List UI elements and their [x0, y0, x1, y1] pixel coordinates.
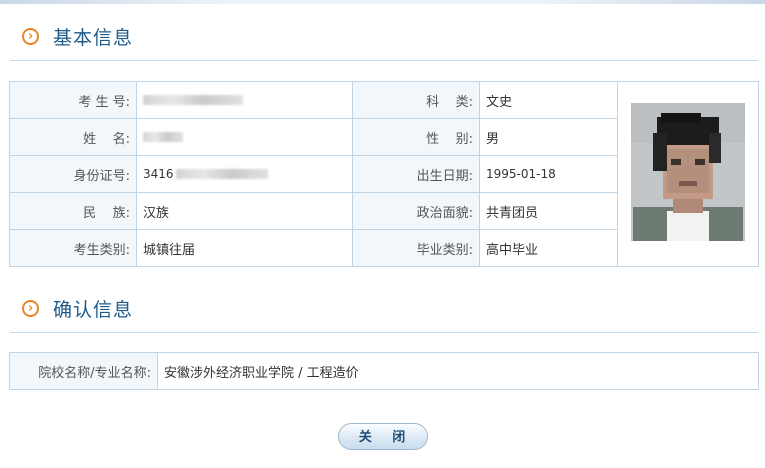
redacted-text: [143, 95, 243, 105]
candidate-type-label: 考生类别:: [9, 229, 137, 267]
redacted-text: [143, 132, 183, 142]
school-major-value: 安徽涉外经济职业学院 / 工程造价: [157, 352, 759, 390]
id-number-value: 3416: [136, 155, 353, 193]
graduation-type-value: 高中毕业: [479, 229, 618, 267]
id-number-label: 身份证号:: [9, 155, 137, 193]
school-major-label: 院校名称/专业名称:: [9, 352, 158, 390]
confirm-info-title: 确认信息: [53, 299, 134, 321]
confirm-info-table: 院校名称/专业名称: 安徽涉外经济职业学院 / 工程造价: [9, 352, 759, 390]
subject-category-value: 文史: [479, 81, 618, 119]
political-status-label: 政治面貌:: [352, 192, 480, 230]
chevron-circle-icon: ›: [22, 300, 39, 317]
gender-value: 男: [479, 118, 618, 156]
redacted-text: [175, 169, 268, 179]
basic-info-title: 基本信息: [53, 27, 134, 49]
candidate-photo: [631, 103, 745, 241]
name-label: 姓 名:: [9, 118, 137, 156]
graduation-type-label: 毕业类别:: [352, 229, 480, 267]
political-status-value: 共青团员: [479, 192, 618, 230]
chevron-circle-icon: ›: [22, 28, 39, 45]
ethnicity-value: 汉族: [136, 192, 353, 230]
confirm-info-header: › 确认信息: [10, 288, 758, 333]
birth-date-label: 出生日期:: [352, 155, 480, 193]
close-button[interactable]: 关 闭: [338, 423, 428, 450]
name-value: [136, 118, 353, 156]
exam-number-label: 考 生 号:: [9, 81, 137, 119]
table-row: 院校名称/专业名称: 安徽涉外经济职业学院 / 工程造价: [9, 352, 759, 390]
window-top-edge: [0, 0, 765, 4]
basic-info-header: › 基本信息: [10, 16, 758, 61]
gender-label: 性 别:: [352, 118, 480, 156]
candidate-type-value: 城镇往届: [136, 229, 353, 267]
table-row: 考 生 号: 科 类: 文史: [9, 81, 759, 267]
exam-number-value: [136, 81, 353, 119]
ethnicity-label: 民 族:: [9, 192, 137, 230]
basic-info-table: 考 生 号: 科 类: 文史 姓 名: 性 别: 男 身份证号: 3416 出生…: [9, 81, 759, 267]
subject-category-label: 科 类:: [352, 81, 480, 119]
photo-cell: [617, 81, 759, 267]
birth-date-value: 1995-01-18: [479, 155, 618, 193]
